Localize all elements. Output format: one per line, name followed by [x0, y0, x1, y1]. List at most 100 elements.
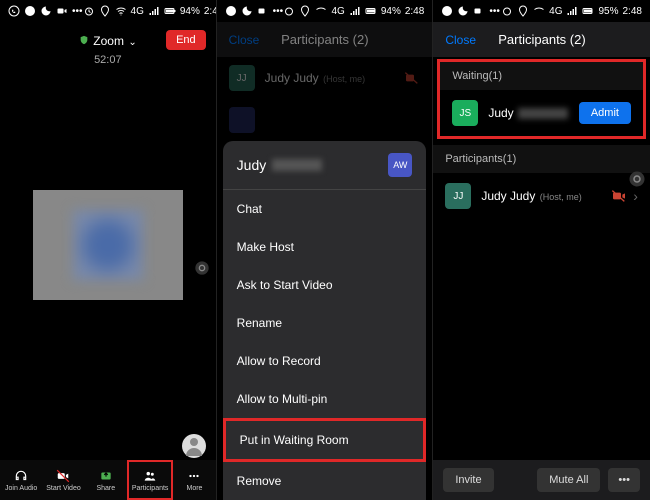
menu-remove[interactable]: Remove: [223, 462, 427, 500]
nav-label: More: [187, 485, 203, 492]
participant-row[interactable]: JJ Judy Judy (Host, me) ›: [433, 173, 650, 219]
nav-label: Share: [96, 485, 115, 492]
nav-join-audio[interactable]: Join Audio: [0, 460, 42, 500]
status-bar: ••• 4G 94% 2:48: [217, 0, 433, 22]
clock: 2:47: [204, 6, 217, 17]
admit-button[interactable]: Admit: [579, 102, 631, 124]
panel-title: Participants (2): [259, 32, 390, 47]
wifi-icon: [115, 5, 127, 17]
battery-icon: [582, 5, 594, 17]
nav-participants[interactable]: Participants: [127, 460, 173, 500]
alarm-icon: [283, 5, 295, 17]
more-icon: [187, 469, 201, 483]
menu-waiting-room[interactable]: Put in Waiting Room: [223, 418, 427, 462]
avatar: [229, 107, 255, 133]
screen-participants-waiting: ••• 4G 95% 2:48 Close Participants (2) W…: [433, 0, 650, 500]
messenger-icon: [24, 5, 36, 17]
redacted-text: [272, 159, 322, 171]
participants-label: Participants(1): [433, 145, 650, 173]
waiting-section-highlight: Waiting(1) JS Judy Admit: [437, 59, 646, 139]
share-icon: [99, 469, 113, 483]
signal-icon: [148, 5, 160, 17]
location-icon: [517, 5, 529, 17]
messenger-icon: [441, 5, 453, 17]
more-button[interactable]: •••: [608, 468, 640, 492]
menu-allow-multipin[interactable]: Allow to Multi-pin: [223, 380, 427, 418]
moon-icon: [241, 5, 253, 17]
meeting-header: Zoom ⌄ 52:07 End: [0, 22, 216, 76]
moon-icon: [457, 5, 469, 17]
location-icon: [299, 5, 311, 17]
panel-header: Close Participants (2): [217, 22, 433, 57]
waiting-name: Judy: [488, 106, 513, 120]
signal-icon: [566, 5, 578, 17]
network-label: 4G: [131, 6, 144, 17]
mute-all-button[interactable]: Mute All: [537, 468, 600, 492]
self-avatar[interactable]: [182, 434, 206, 458]
camera-switch-icon[interactable]: [628, 170, 646, 188]
bottom-nav: Join Audio Start Video Share Participant…: [0, 460, 216, 500]
video-icon: [56, 5, 68, 17]
avatar: AW: [388, 153, 412, 177]
video-off-icon: [56, 469, 70, 483]
wifi-icon: [315, 5, 327, 17]
network-label: 4G: [331, 6, 344, 17]
nav-share[interactable]: Share: [85, 460, 127, 500]
network-label: 4G: [549, 6, 562, 17]
panel-header: Close Participants (2): [433, 22, 650, 57]
battery-icon: [365, 5, 377, 17]
menu-make-host[interactable]: Make Host: [223, 228, 427, 266]
invite-button[interactable]: Invite: [443, 468, 493, 492]
status-bar: ••• 4G 94% 2:47: [0, 0, 216, 22]
shield-icon: [79, 35, 89, 45]
menu-chat[interactable]: Chat: [223, 190, 427, 228]
video-tile[interactable]: [33, 190, 183, 300]
nav-start-video[interactable]: Start Video: [42, 460, 84, 500]
end-button[interactable]: End: [166, 30, 206, 50]
participant-name: Judy Judy: [265, 71, 319, 85]
participant-row[interactable]: [217, 99, 433, 141]
menu-allow-record[interactable]: Allow to Record: [223, 342, 427, 380]
battery-pct: 94%: [381, 6, 401, 17]
waiting-row[interactable]: JS Judy Admit: [440, 90, 643, 136]
video-off-icon: [611, 188, 627, 204]
participant-row[interactable]: JJ Judy Judy (Host, me): [217, 57, 433, 99]
camera-switch-icon[interactable]: [194, 260, 210, 276]
battery-pct: 94%: [180, 6, 200, 17]
moon-icon: [40, 5, 52, 17]
status-bar: ••• 4G 95% 2:48: [433, 0, 650, 22]
waiting-label: Waiting(1): [440, 62, 643, 90]
video-icon: [473, 5, 485, 17]
context-menu: Judy AW Chat Make Host Ask to Start Vide…: [223, 141, 427, 500]
close-button[interactable]: Close: [445, 33, 476, 47]
clock: 2:48: [405, 6, 424, 17]
headphones-icon: [14, 469, 28, 483]
clock: 2:48: [623, 6, 642, 17]
video-off-icon: [404, 70, 420, 86]
whatsapp-icon: [8, 5, 20, 17]
redacted-text: [518, 108, 568, 119]
close-button[interactable]: Close: [229, 33, 260, 47]
menu-rename[interactable]: Rename: [223, 304, 427, 342]
menu-ask-video[interactable]: Ask to Start Video: [223, 266, 427, 304]
nav-more[interactable]: More: [173, 460, 215, 500]
participant-role: (Host, me): [540, 192, 582, 202]
wifi-icon: [533, 5, 545, 17]
alarm-icon: [501, 5, 513, 17]
screen-meeting-main: ••• 4G 94% 2:47 Zoom ⌄ 52:07 End Join Au…: [0, 0, 217, 500]
battery-icon: [164, 5, 176, 17]
screen-participant-menu: ••• 4G 94% 2:48 Close Participants (2) J…: [217, 0, 434, 500]
bottom-bar: Invite Mute All •••: [433, 460, 650, 500]
participants-icon: [143, 469, 157, 483]
panel-title: Participants (2): [476, 32, 608, 47]
meeting-title[interactable]: Zoom: [93, 34, 124, 48]
video-icon: [257, 5, 269, 17]
chevron-right-icon: ›: [633, 188, 638, 204]
signal-icon: [349, 5, 361, 17]
participant-name: Judy Judy: [481, 189, 535, 203]
avatar: JJ: [445, 183, 471, 209]
meeting-timer: 52:07: [0, 54, 216, 66]
avatar: JS: [452, 100, 478, 126]
location-icon: [99, 5, 111, 17]
alarm-icon: [83, 5, 95, 17]
